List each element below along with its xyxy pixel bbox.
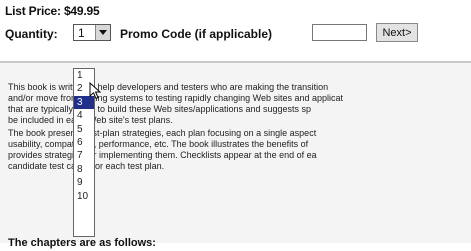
promo-code-label: Promo Code (if applicable) — [120, 27, 273, 41]
quantity-option[interactable]: 7 — [74, 149, 94, 163]
quantity-select[interactable]: 1 — [73, 24, 111, 41]
chevron-down-icon — [99, 30, 107, 35]
quantity-option[interactable]: 8 — [74, 162, 94, 177]
quantity-option[interactable]: 10 — [74, 189, 94, 203]
quantity-option[interactable]: 9 — [74, 176, 94, 190]
quantity-option[interactable]: 5 — [74, 122, 94, 136]
quantity-option[interactable]: 6 — [74, 135, 94, 150]
dropdown-arrow-button[interactable] — [95, 25, 110, 40]
next-button[interactable]: Next> — [376, 23, 418, 42]
quantity-option[interactable]: 1 — [74, 69, 94, 83]
mouse-cursor-icon — [89, 82, 101, 100]
quantity-option[interactable]: 4 — [74, 109, 94, 123]
promo-code-input[interactable] — [312, 24, 367, 41]
quantity-value: 1 — [78, 26, 85, 40]
chapters-heading: The chapters are as follows: — [8, 237, 156, 249]
quantity-label: Quantity: — [5, 27, 58, 41]
list-price: List Price: $49.95 — [5, 4, 100, 18]
